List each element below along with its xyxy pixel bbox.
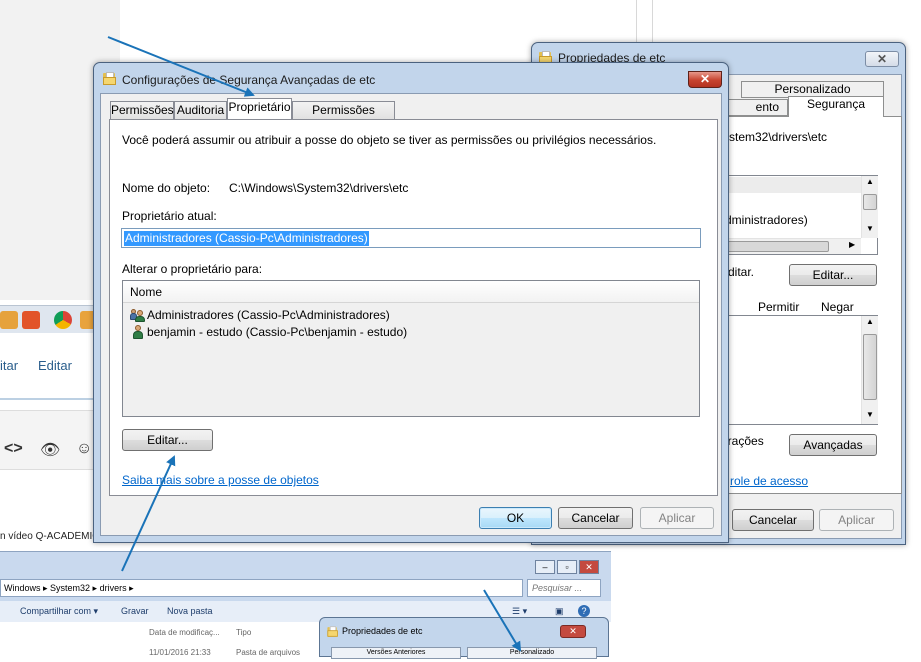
folder-icon (103, 72, 117, 85)
emoji-icon[interactable]: ☺ (76, 440, 92, 458)
close-icon[interactable]: ✕ (579, 560, 599, 574)
taskbar-fragment (0, 305, 100, 333)
scroll-down-icon[interactable]: ▼ (866, 410, 874, 419)
folder-icon (327, 626, 338, 637)
ok-button[interactable]: OK (479, 507, 552, 529)
access-control-link[interactable]: role de acesso (730, 474, 808, 488)
user-group-icon (130, 308, 145, 322)
allow-column-header: Permitir (758, 300, 800, 314)
tab-permissoes-efetivas[interactable]: Permissões Efetivas (292, 101, 395, 134)
row-type: Pasta de arquivos (236, 648, 301, 657)
list-header (725, 177, 861, 193)
tab-versoes-anteriores[interactable]: Versões Anteriores (331, 647, 461, 659)
mini-dialog-title: Propriedades de etc (342, 626, 423, 636)
users-list[interactable]: dministradores) ▲ ▼ ▶ (724, 175, 878, 255)
dialog-title: Configurações de Segurança Avançadas de … (122, 73, 376, 87)
current-owner-label: Proprietário atual: (122, 209, 217, 223)
object-path: stem32\drivers\etc (729, 130, 828, 144)
cancel-button[interactable]: Cancelar (732, 509, 814, 531)
mini-properties-dialog: Propriedades de etc ✕ Versões Anteriores… (319, 617, 609, 659)
maximize-button[interactable]: ▫ (557, 560, 577, 574)
tab-personalizado[interactable]: Personalizado (467, 647, 597, 659)
xampp-icon[interactable] (22, 311, 40, 329)
tab-auditoria[interactable]: Auditoria (174, 101, 227, 119)
eye-icon[interactable]: 👁 (40, 440, 60, 460)
permissions-list[interactable]: ▲ ▼ (724, 315, 878, 425)
apply-button[interactable]: Aplicar (640, 507, 714, 529)
scroll-thumb[interactable] (863, 194, 877, 210)
column-date[interactable]: Data de modificaç... (149, 628, 220, 637)
owner-benjamin: benjamin - estudo (Cassio-Pc\benjamin - … (147, 325, 408, 339)
tab-seguranca[interactable]: Segurança (788, 96, 884, 117)
scroll-up-icon[interactable]: ▲ (866, 177, 874, 186)
current-owner-field[interactable]: Administradores (Cassio-Pc\Administrador… (121, 228, 701, 248)
user-icon (131, 325, 145, 339)
tab-proprietario[interactable]: Proprietário (227, 98, 292, 119)
owner-administradores: Administradores (Cassio-Pc\Administrador… (147, 308, 390, 322)
menu-underline (0, 398, 100, 400)
change-owner-label: Alterar o proprietário para: (122, 262, 263, 276)
search-input[interactable]: Pesquisar ... (527, 579, 601, 597)
apply-button[interactable]: Aplicar (819, 509, 894, 531)
folder-icon[interactable] (0, 311, 18, 329)
scroll-down-icon[interactable]: ▼ (866, 224, 874, 233)
learn-more-link[interactable]: Saiba mais sobre a posse de objetos (122, 473, 319, 487)
column-type[interactable]: Tipo (236, 628, 251, 637)
minimize-button[interactable]: – (535, 560, 555, 574)
edit-button[interactable]: Editar... (122, 429, 213, 451)
close-icon[interactable]: ✕ (688, 71, 722, 88)
object-name-value: C:\Windows\System32\drivers\etc (229, 181, 409, 195)
list-item[interactable]: benjamin - estudo (Cassio-Pc\benjamin - … (129, 324, 407, 340)
menu-item-editar-partial[interactable]: itar (0, 358, 18, 373)
scroll-thumb[interactable] (725, 241, 829, 252)
scrollbar[interactable]: ▲ ▼ (861, 316, 878, 424)
intro-text: Você poderá assumir ou atribuir a posse … (122, 133, 657, 147)
current-owner-value[interactable]: Administradores (Cassio-Pc\Administrador… (124, 231, 369, 246)
code-tool[interactable]: <> (4, 440, 23, 458)
address-bar[interactable]: Windows ▸ System32 ▸ drivers ▸ (0, 579, 523, 597)
tab-compartilhamento-partial[interactable]: ento (720, 99, 788, 116)
new-folder-button[interactable]: Nova pasta (167, 601, 213, 621)
list-item[interactable]: Administradores (Cassio-Pc\Administrador… (129, 307, 390, 323)
owner-list[interactable]: Nome Administradores (Cassio-Pc\Administ… (122, 280, 700, 417)
share-button[interactable]: Compartilhar com ▾ (20, 601, 98, 621)
scroll-up-icon[interactable]: ▲ (866, 317, 874, 326)
close-icon[interactable]: ✕ (865, 51, 899, 67)
scroll-thumb[interactable] (863, 334, 877, 400)
list-item[interactable]: dministradores) (725, 213, 808, 227)
menu-item-editar[interactable]: Editar (38, 358, 72, 373)
scrollbar-horizontal[interactable]: ▶ (725, 238, 861, 254)
deny-column-header: Negar (821, 300, 854, 314)
edit-permissions-label: ditar. (728, 265, 755, 279)
edit-button[interactable]: Editar... (789, 264, 877, 286)
object-name-label: Nome do objeto: (122, 181, 211, 195)
burn-button[interactable]: Gravar (121, 601, 149, 621)
scroll-right-icon[interactable]: ▶ (849, 240, 855, 249)
row-date: 11/01/2016 21:33 (149, 648, 211, 657)
chrome-icon[interactable] (54, 311, 72, 329)
advanced-button[interactable]: Avançadas (789, 434, 877, 456)
scrollbar[interactable]: ▲ ▼ (861, 176, 878, 238)
help-icon[interactable]: ? (578, 605, 590, 617)
column-name[interactable]: Nome (123, 281, 699, 303)
close-icon[interactable]: ✕ (560, 625, 586, 638)
tab-permissoes[interactable]: Permissões (110, 101, 174, 119)
cancel-button[interactable]: Cancelar (558, 507, 633, 529)
